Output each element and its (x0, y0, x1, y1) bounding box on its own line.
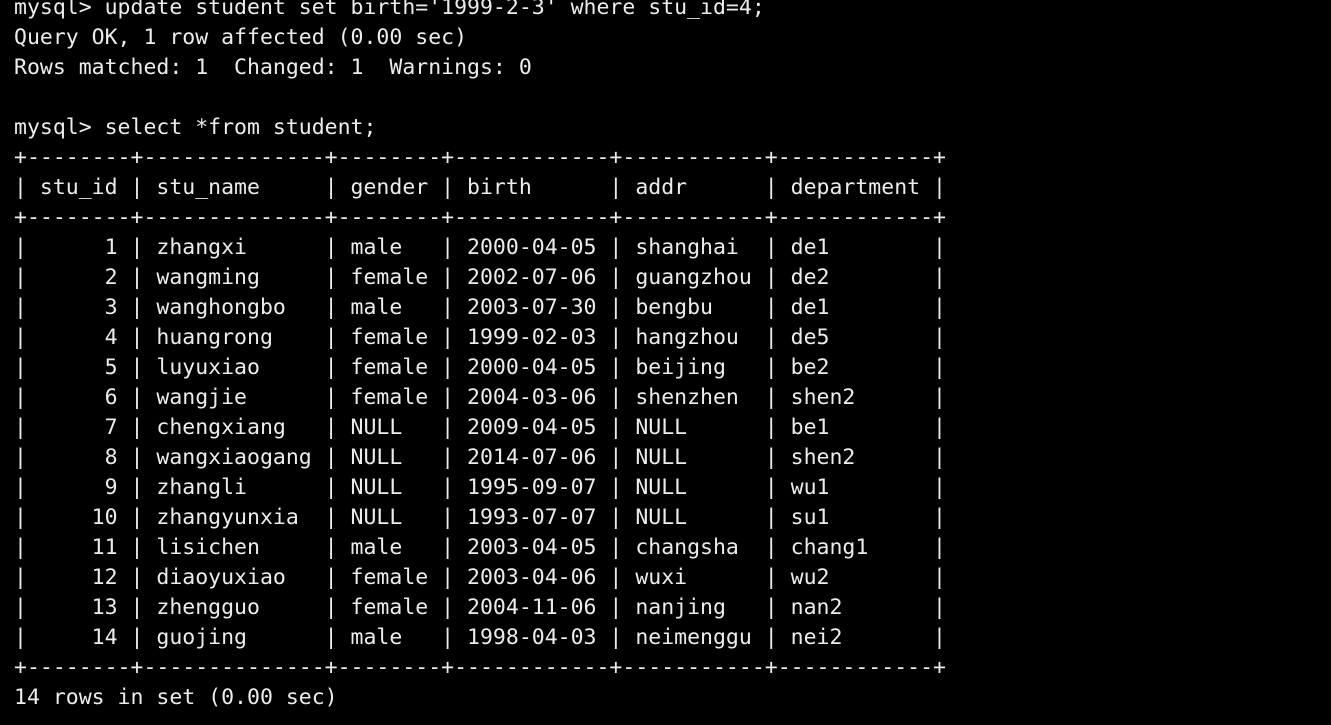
rows-in-set-message: 14 rows in set (0.00 sec) (14, 685, 338, 710)
table-row: | 7 | chengxiang | NULL | 2009-04-05 | N… (14, 415, 946, 440)
table-row: | 3 | wanghongbo | male | 2003-07-30 | b… (14, 295, 946, 320)
command-line-select: mysql> select *from student; (14, 115, 377, 140)
table-border-top: +--------+--------------+--------+------… (14, 145, 946, 170)
terminal-output[interactable]: mysql> update student set birth='1999-2-… (14, 0, 1324, 713)
table-row: | 5 | luyuxiao | female | 2000-04-05 | b… (14, 355, 946, 380)
table-row: | 1 | zhangxi | male | 2000-04-05 | shan… (14, 235, 946, 260)
table-row: | 4 | huangrong | female | 1999-02-03 | … (14, 325, 946, 350)
query-ok-message: Query OK, 1 row affected (0.00 sec) (14, 25, 468, 50)
table-row: | 9 | zhangli | NULL | 1995-09-07 | NULL… (14, 475, 946, 500)
table-border-bottom: +--------+--------------+--------+------… (14, 655, 946, 680)
table-row: | 10 | zhangyunxia | NULL | 1993-07-07 |… (14, 505, 946, 530)
table-border-header: +--------+--------------+--------+------… (14, 205, 946, 230)
table-row: | 6 | wangjie | female | 2004-03-06 | sh… (14, 385, 946, 410)
table-row: | 14 | guojing | male | 1998-04-03 | nei… (14, 625, 946, 650)
table-row: | 12 | diaoyuxiao | female | 2003-04-06 … (14, 565, 946, 590)
table-header-row: | stu_id | stu_name | gender | birth | a… (14, 175, 946, 200)
table-row: | 13 | zhengguo | female | 2004-11-06 | … (14, 595, 946, 620)
table-row: | 11 | lisichen | male | 2003-04-05 | ch… (14, 535, 946, 560)
table-row: | 8 | wangxiaogang | NULL | 2014-07-06 |… (14, 445, 946, 470)
command-line-update: mysql> update student set birth='1999-2-… (14, 0, 765, 20)
rows-matched-message: Rows matched: 1 Changed: 1 Warnings: 0 (14, 55, 532, 80)
table-row: | 2 | wangming | female | 2002-07-06 | g… (14, 265, 946, 290)
